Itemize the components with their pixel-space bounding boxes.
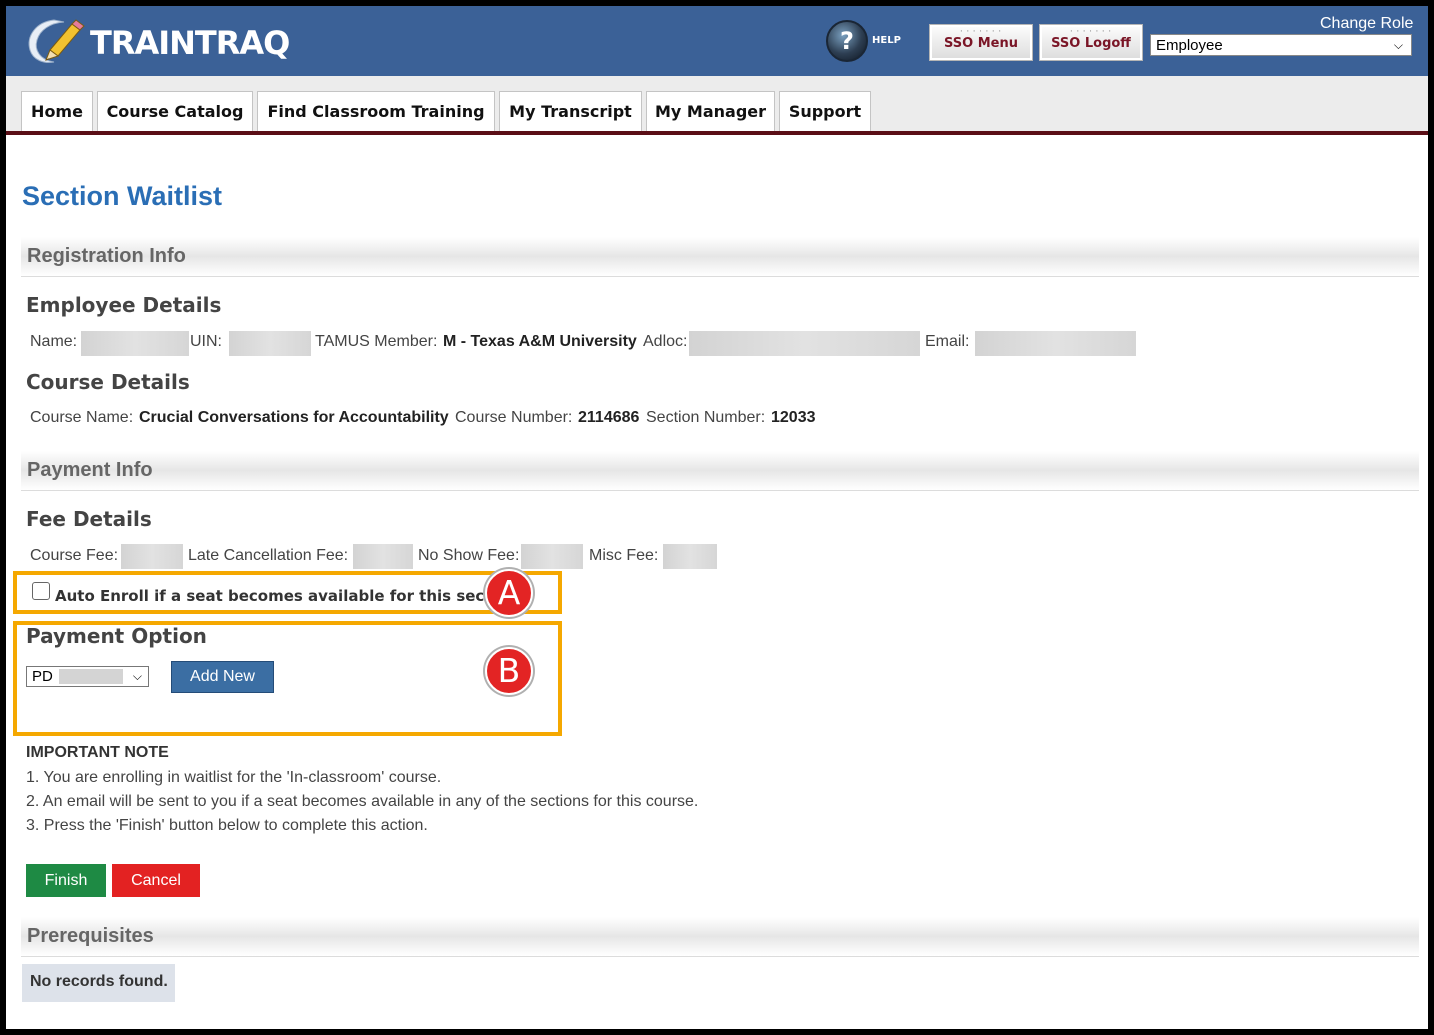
help-label: HELP: [872, 35, 901, 46]
payment-info-header: Payment Info: [21, 451, 1419, 491]
course-name-label: Course Name:: [30, 409, 134, 426]
chevron-down-icon: ⌵: [1393, 38, 1403, 52]
adloc-redacted: [689, 331, 920, 356]
annotation-badge-b: B: [485, 647, 533, 695]
sso-menu-button[interactable]: · · · · · · · SSO Menu: [929, 24, 1033, 61]
role-select[interactable]: Employee ⌵: [1150, 34, 1412, 56]
misc-fee-redacted: [663, 544, 717, 569]
main-nav: Home Course Catalog Find Classroom Train…: [6, 76, 1428, 135]
misc-fee-label: Misc Fee:: [589, 547, 659, 564]
payment-option-redacted: [59, 669, 123, 684]
late-cancellation-fee-label: Late Cancellation Fee:: [188, 547, 349, 564]
note-line-3: 3. Press the 'Finish' button below to co…: [26, 817, 428, 834]
name-redacted: [81, 331, 189, 356]
logo-wordmark: TRAINTRAQ: [90, 24, 290, 62]
email-label: Email:: [925, 333, 970, 350]
no-show-fee-label: No Show Fee:: [418, 547, 520, 564]
note-line-1: 1. You are enrolling in waitlist for the…: [26, 769, 442, 786]
no-records-message: No records found.: [22, 964, 175, 1002]
prerequisites-heading: Prerequisites: [27, 925, 154, 947]
late-cancellation-fee-redacted: [353, 544, 413, 569]
auto-enroll-checkbox[interactable]: [32, 582, 50, 600]
tab-my-manager[interactable]: My Manager: [646, 91, 775, 131]
app-window: TRAINTRAQ ? HELP · · · · · · · SSO Menu …: [6, 6, 1428, 1029]
uin-label: UIN:: [190, 333, 222, 350]
help-icon: ?: [826, 20, 868, 62]
help-button[interactable]: ? HELP: [822, 16, 912, 66]
cancel-button[interactable]: Cancel: [112, 864, 200, 897]
member-label: TAMUS Member:: [315, 333, 438, 350]
important-note-title: IMPORTANT NOTE: [26, 744, 169, 761]
finish-button[interactable]: Finish: [26, 864, 106, 897]
tab-home[interactable]: Home: [21, 91, 93, 131]
registration-info-header: Registration Info: [21, 237, 1419, 277]
chevron-down-icon: ⌵: [132, 669, 142, 683]
traintraq-logo[interactable]: TRAINTRAQ: [24, 14, 324, 68]
payment-option-heading: Payment Option: [26, 624, 207, 648]
tab-my-transcript[interactable]: My Transcript: [499, 91, 642, 131]
employee-details-heading: Employee Details: [26, 293, 222, 317]
course-fee-redacted: [121, 544, 183, 569]
tab-find-classroom-training[interactable]: Find Classroom Training: [257, 91, 495, 131]
sso-menu-dots-icon: · · · · · · ·: [960, 28, 1002, 35]
member-value: M - Texas A&M University: [443, 333, 637, 350]
header-bar: TRAINTRAQ ? HELP · · · · · · · SSO Menu …: [6, 6, 1428, 76]
tab-course-catalog[interactable]: Course Catalog: [97, 91, 253, 131]
name-label: Name:: [30, 333, 78, 350]
sso-logoff-button[interactable]: · · · · · · · SSO Logoff: [1039, 24, 1143, 61]
no-show-fee-redacted: [521, 544, 583, 569]
payment-option-value: PD: [32, 668, 53, 685]
uin-redacted: [229, 331, 311, 356]
change-role-label: Change Role: [1320, 15, 1414, 32]
page-title: Section Waitlist: [22, 181, 223, 211]
note-line-2: 2. An email will be sent to you if a sea…: [26, 793, 699, 810]
payment-option-select[interactable]: PD ⌵: [26, 666, 149, 687]
registration-info-heading: Registration Info: [27, 245, 186, 267]
sso-menu-label: SSO Menu: [944, 36, 1018, 51]
section-number-label: Section Number:: [646, 409, 766, 426]
section-number-value: 12033: [771, 409, 816, 426]
add-new-button[interactable]: Add New: [171, 661, 274, 693]
sso-logoff-dots-icon: · · · · · · ·: [1070, 28, 1112, 35]
payment-info-heading: Payment Info: [27, 459, 153, 481]
role-select-value: Employee: [1156, 37, 1223, 54]
annotation-badge-a: A: [485, 569, 533, 617]
course-number-value: 2114686: [578, 409, 640, 426]
course-number-label: Course Number:: [455, 409, 573, 426]
fee-details-heading: Fee Details: [26, 507, 152, 531]
email-redacted: [975, 331, 1136, 356]
pencil-swoosh-icon: [28, 19, 85, 63]
sso-logoff-label: SSO Logoff: [1051, 36, 1131, 51]
course-fee-label: Course Fee:: [30, 547, 119, 564]
course-details-heading: Course Details: [26, 370, 190, 394]
adloc-label: Adloc:: [643, 333, 688, 350]
course-name-value: Crucial Conversations for Accountability: [139, 409, 449, 426]
prerequisites-header: Prerequisites: [21, 917, 1419, 957]
auto-enroll-label[interactable]: Auto Enroll if a seat becomes available …: [55, 587, 518, 605]
tab-support[interactable]: Support: [779, 91, 871, 131]
